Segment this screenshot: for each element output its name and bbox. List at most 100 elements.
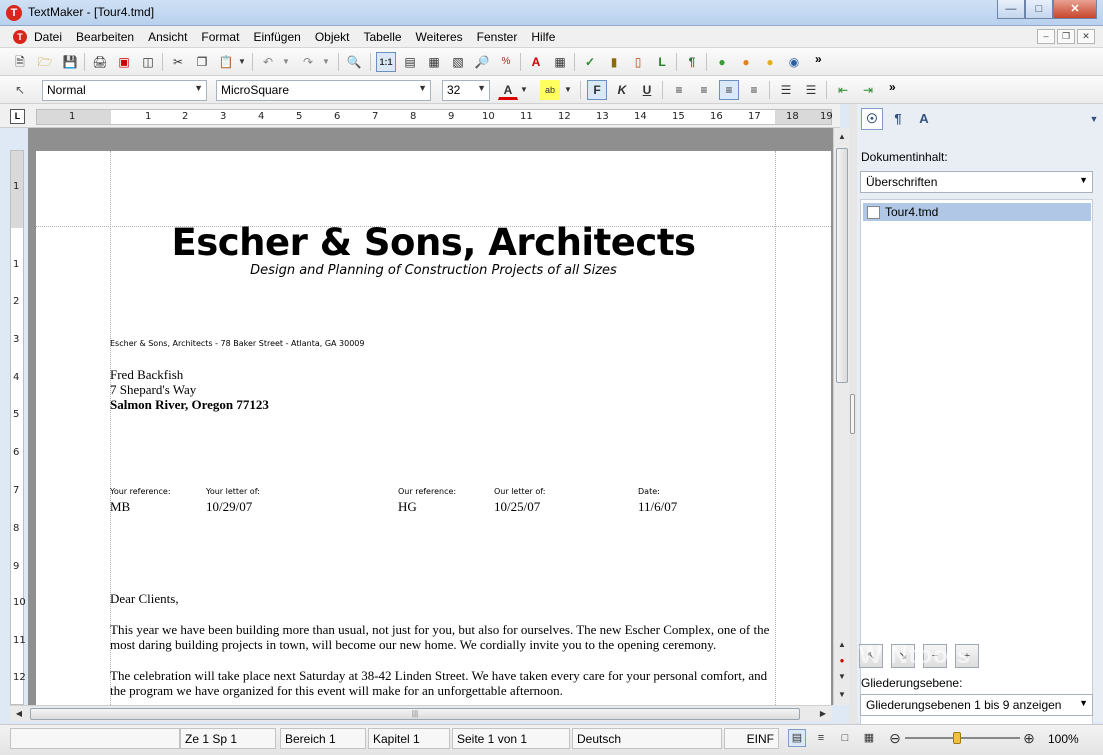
- minimize-window-button[interactable]: —: [997, 0, 1025, 19]
- document-workspace[interactable]: Escher & Sons, Architects Design and Pla…: [28, 128, 833, 705]
- paste-icon[interactable]: 📋: [216, 52, 236, 72]
- justify-icon[interactable]: ≡: [744, 80, 764, 100]
- recipient-city[interactable]: Salmon River, Oregon 77123: [110, 397, 269, 413]
- recipient-street[interactable]: 7 Shepard's Way: [110, 382, 196, 398]
- highlight-dropdown-icon[interactable]: ▼: [562, 80, 574, 100]
- menu-datei[interactable]: Datei: [34, 30, 69, 44]
- zoom-out-icon[interactable]: ⊖: [886, 729, 904, 747]
- cut-icon[interactable]: ✂: [168, 52, 188, 72]
- scroll-left-icon[interactable]: ◀: [12, 707, 26, 721]
- font-color-icon[interactable]: A: [498, 80, 518, 100]
- bullet-list-icon[interactable]: ☰: [776, 80, 796, 100]
- normal-view-icon[interactable]: 1:1: [376, 52, 396, 72]
- undo-dropdown-icon[interactable]: ▼: [280, 52, 292, 72]
- web-globe-icon[interactable]: ◉: [784, 52, 804, 72]
- body-paragraph-2[interactable]: The celebration will take place next Sat…: [110, 668, 775, 698]
- menu-tabelle[interactable]: Tabelle: [364, 30, 409, 44]
- redo-icon[interactable]: ↷: [298, 52, 318, 72]
- letterhead-subtitle[interactable]: Design and Planning of Construction Proj…: [36, 263, 831, 278]
- paste-dropdown-icon[interactable]: ▼: [236, 52, 248, 72]
- align-left-icon[interactable]: ≡: [669, 80, 689, 100]
- panel-menu-chevron-icon[interactable]: ▼: [1083, 108, 1103, 130]
- menu-hilfe[interactable]: Hilfe: [531, 30, 562, 44]
- document-page[interactable]: Escher & Sons, Architects Design and Pla…: [36, 151, 831, 705]
- new-document-icon[interactable]: 🗎: [10, 52, 30, 72]
- italic-button[interactable]: K: [612, 80, 632, 100]
- horizontal-scroll-thumb[interactable]: |||: [30, 708, 800, 720]
- textmaker-app-icon[interactable]: T: [6, 5, 22, 21]
- font-family-select[interactable]: MicroSquare ▼: [216, 80, 431, 101]
- language-l-icon[interactable]: L: [652, 52, 672, 72]
- save-icon[interactable]: 💾: [60, 52, 80, 72]
- spellcheck-icon[interactable]: ✓: [580, 52, 600, 72]
- scroll-down-icon[interactable]: ▼: [835, 688, 849, 702]
- redo-dropdown-icon[interactable]: ▼: [320, 52, 332, 72]
- navigator-compass-icon[interactable]: ☉: [861, 108, 883, 130]
- doc-minimize-button[interactable]: –: [1037, 29, 1055, 44]
- recipient-name[interactable]: Fred Backfish: [110, 367, 183, 383]
- undo-icon[interactable]: ↶: [258, 52, 278, 72]
- scroll-up-icon[interactable]: ▲: [835, 130, 849, 144]
- menu-format[interactable]: Format: [201, 30, 246, 44]
- tab-type-selector[interactable]: L: [10, 109, 25, 124]
- paragraph-styles-icon[interactable]: ¶: [887, 108, 909, 130]
- body-paragraph-1[interactable]: This year we have been building more tha…: [110, 622, 775, 652]
- increase-indent-icon[interactable]: ⇥: [858, 80, 878, 100]
- outline-level-select[interactable]: Gliederungsebenen 1 bis 9 anzeigen ▼: [860, 694, 1093, 716]
- underline-button[interactable]: U: [637, 80, 657, 100]
- ref-value-our-reference[interactable]: HG: [398, 499, 417, 515]
- master-page-view-icon[interactable]: ▧: [448, 52, 468, 72]
- view-page-icon[interactable]: □: [836, 729, 854, 747]
- paragraph-style-select[interactable]: Normal ▼: [42, 80, 207, 101]
- doc-close-button[interactable]: ✕: [1077, 29, 1095, 44]
- green-p-icon[interactable]: ●: [712, 52, 732, 72]
- font-color-dropdown-icon[interactable]: ▼: [518, 80, 530, 100]
- horizontal-scrollbar[interactable]: ◀ ||| ▶: [10, 705, 832, 721]
- menu-ansicht[interactable]: Ansicht: [148, 30, 194, 44]
- menu-einfuegen[interactable]: Einfügen: [253, 30, 307, 44]
- zoom-slider[interactable]: [905, 737, 1020, 739]
- close-window-button[interactable]: ✕: [1053, 0, 1097, 19]
- view-normal-icon[interactable]: ▤: [788, 729, 806, 747]
- sender-line[interactable]: Escher & Sons, Architects - 78 Baker Str…: [110, 339, 364, 348]
- open-folder-icon[interactable]: 🗁: [35, 52, 55, 72]
- browse-object-icon[interactable]: ●: [835, 654, 849, 668]
- select-pointer-icon[interactable]: ↖: [10, 80, 30, 100]
- scroll-bottom-icon[interactable]: ▼: [835, 670, 849, 684]
- decrease-indent-icon[interactable]: ⇤: [833, 80, 853, 100]
- insert-table-icon[interactable]: ▦: [550, 52, 570, 72]
- ref-value-date[interactable]: 11/6/07: [638, 499, 677, 515]
- page-view-icon[interactable]: ▤: [400, 52, 420, 72]
- horizontal-ruler[interactable]: 1 1 2 3 4 5 6 7 8 9 10 11 12 13 14 15 16…: [36, 109, 833, 125]
- highlight-icon[interactable]: ab: [540, 80, 560, 100]
- zoom-percent-icon[interactable]: %: [496, 52, 516, 72]
- align-center-icon[interactable]: ≡: [719, 80, 739, 100]
- show-paragraph-marks-icon[interactable]: ¶: [682, 52, 702, 72]
- toolbar2-overflow-icon[interactable]: »: [889, 80, 896, 94]
- menu-weiteres[interactable]: Weiteres: [416, 30, 470, 44]
- maximize-window-button[interactable]: □: [1025, 0, 1053, 19]
- character-styles-icon[interactable]: A: [913, 108, 935, 130]
- tree-item-tour4[interactable]: Tour4.tmd: [863, 203, 1091, 221]
- align-right-icon[interactable]: ≡: [694, 80, 714, 100]
- tree-item-checkbox[interactable]: [867, 206, 880, 219]
- view-outline-icon[interactable]: ≡: [812, 729, 830, 747]
- doc-restore-button[interactable]: ❐: [1057, 29, 1075, 44]
- pdf-export-icon[interactable]: ▣: [114, 52, 134, 72]
- zoom-icon[interactable]: 🔎: [472, 52, 492, 72]
- ref-value-your-reference[interactable]: MB: [110, 499, 130, 515]
- orange-s-icon[interactable]: ●: [736, 52, 756, 72]
- ref-value-your-letter[interactable]: 10/29/07: [206, 499, 252, 515]
- zoom-slider-thumb[interactable]: [952, 732, 961, 744]
- font-size-select[interactable]: 32 ▼: [442, 80, 490, 101]
- letterhead-title[interactable]: Escher & Sons, Architects: [36, 221, 831, 264]
- print-icon[interactable]: 🖨: [90, 52, 110, 72]
- menu-fenster[interactable]: Fenster: [477, 30, 525, 44]
- toolbar-overflow-icon[interactable]: »: [815, 52, 822, 66]
- thesaurus-icon[interactable]: ▮: [604, 52, 624, 72]
- print-preview-icon[interactable]: ◫: [138, 52, 158, 72]
- bold-button[interactable]: F: [587, 80, 607, 100]
- status-language[interactable]: Deutsch: [572, 728, 722, 749]
- document-menu-icon[interactable]: T: [13, 30, 27, 44]
- vertical-ruler[interactable]: 1 1 2 3 4 5 6 7 8 9 10 11 12: [10, 150, 26, 705]
